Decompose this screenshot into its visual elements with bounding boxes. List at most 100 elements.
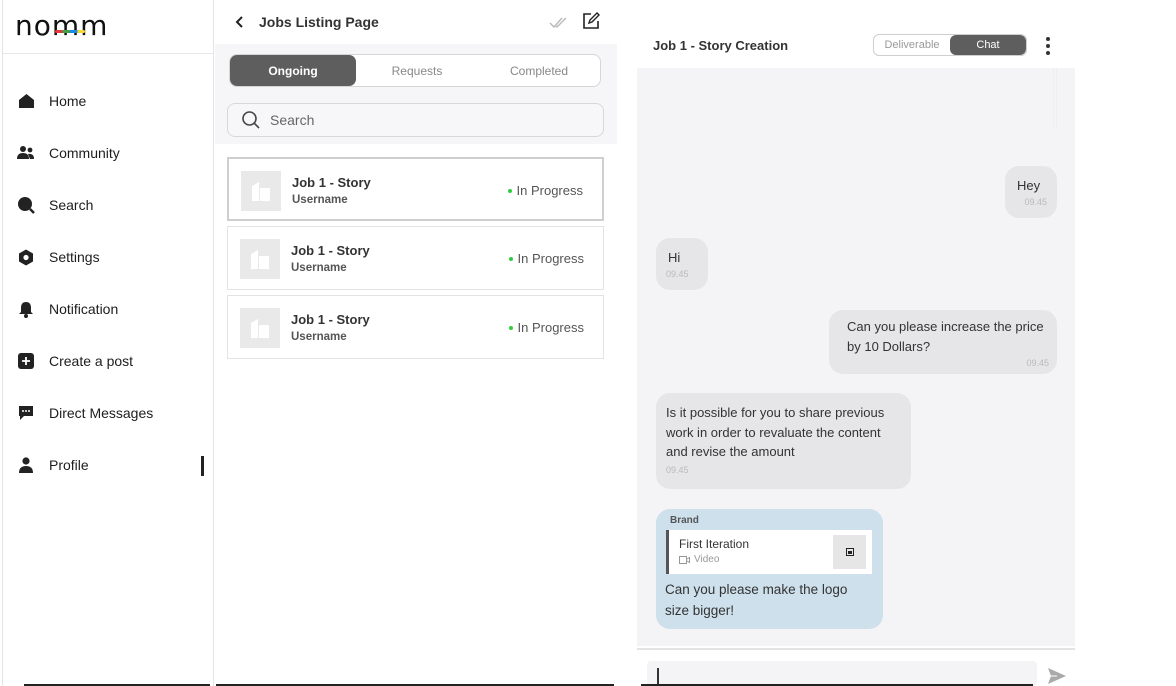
search-icon xyxy=(17,196,35,214)
sidebar-item-create-post[interactable]: Create a post xyxy=(17,349,207,373)
community-icon xyxy=(17,144,35,162)
message-time: 09.45 xyxy=(666,269,689,279)
job-thumbnail xyxy=(240,239,280,279)
sender-label: Brand xyxy=(670,515,699,526)
sidebar-item-label: Search xyxy=(49,197,94,213)
message-time: 09.45 xyxy=(666,464,689,475)
attachment-type-label: Video xyxy=(694,554,720,565)
sidebar-item-community[interactable]: Community xyxy=(17,141,207,165)
job-title: Job 1 - Story xyxy=(291,312,370,327)
attachment-title: First Iteration xyxy=(679,537,750,551)
bell-icon xyxy=(17,300,35,318)
status-text: In Progress xyxy=(517,251,584,266)
job-thumbnail xyxy=(240,308,280,348)
attachment-type: Video xyxy=(679,554,719,565)
toggle-chat[interactable]: Chat xyxy=(950,35,1026,55)
logo-color-strip xyxy=(55,30,85,33)
search-input[interactable] xyxy=(270,112,570,128)
image-icon xyxy=(845,548,854,556)
job-username: Username xyxy=(292,194,348,206)
message-text: Can you please make the logo size bigger… xyxy=(665,582,848,618)
job-thumbnail xyxy=(241,171,281,211)
sidebar-item-label: Settings xyxy=(49,249,100,265)
jobs-header: Jobs Listing Page xyxy=(215,0,617,44)
job-card[interactable]: Job 1 - Story Username In Progress xyxy=(227,157,604,221)
tab-requests[interactable]: Requests xyxy=(356,55,478,86)
plus-icon xyxy=(17,352,35,370)
message-text: Can you please increase the price by 10 … xyxy=(847,319,1044,354)
back-arrow-icon[interactable] xyxy=(231,13,249,31)
sidebar-item-search[interactable]: Search xyxy=(17,193,207,217)
status-dot xyxy=(508,325,513,330)
sidebar-item-label: Create a post xyxy=(49,353,134,369)
search-icon xyxy=(242,111,260,129)
status-badge: In Progress xyxy=(507,183,583,198)
sidebar-item-label: Community xyxy=(49,145,120,161)
status-text: In Progress xyxy=(516,183,583,198)
text-cursor xyxy=(657,668,659,684)
job-username: Username xyxy=(291,262,347,274)
send-icon[interactable] xyxy=(1047,667,1067,685)
scrollbar[interactable] xyxy=(1053,68,1057,128)
sidebar-item-label: Profile xyxy=(49,457,89,473)
brand-message: Brand First Iteration Video Can you plea… xyxy=(656,509,883,629)
app-logo[interactable]: nomm xyxy=(15,9,108,42)
composer-divider xyxy=(637,648,1075,650)
sidebar-item-settings[interactable]: Settings xyxy=(17,245,207,269)
page-title: Jobs Listing Page xyxy=(259,14,379,30)
status-dot xyxy=(508,256,513,261)
sidebar-item-profile[interactable]: Profile xyxy=(17,453,207,477)
job-card[interactable]: Job 1 - Story Username In Progress xyxy=(227,295,604,359)
settings-icon xyxy=(17,248,35,266)
message-input[interactable] xyxy=(647,661,1037,686)
status-text: In Progress xyxy=(517,320,584,335)
sidebar: nomm Home Community Search Settings Noti… xyxy=(2,0,214,686)
compose-icon[interactable] xyxy=(582,12,600,30)
jobs-filter-area: Ongoing Requests Completed xyxy=(215,44,617,144)
message-time: 09.45 xyxy=(1026,358,1049,368)
status-badge: In Progress xyxy=(508,251,584,266)
job-username: Username xyxy=(291,331,347,343)
chat-panel: Job 1 - Story Creation Deliverable Chat … xyxy=(637,0,1176,686)
double-check-icon[interactable] xyxy=(549,14,569,30)
sidebar-item-label: Direct Messages xyxy=(49,405,154,421)
job-title: Job 1 - Story xyxy=(292,175,371,190)
building-icon xyxy=(251,250,269,269)
chat-messages[interactable]: Hey 09.45 Hi 09.45 Can you please increa… xyxy=(637,68,1075,646)
status-badge: In Progress xyxy=(508,320,584,335)
message-text: Hi xyxy=(668,250,681,265)
sidebar-item-notification[interactable]: Notification xyxy=(17,297,207,321)
building-icon xyxy=(251,319,269,338)
attachment-thumbnail xyxy=(833,535,866,569)
active-indicator xyxy=(201,456,204,476)
search-box xyxy=(227,103,604,137)
tab-ongoing[interactable]: Ongoing xyxy=(230,55,356,86)
toggle-deliverable[interactable]: Deliverable xyxy=(874,35,950,55)
jobs-tabs: Ongoing Requests Completed xyxy=(229,54,601,87)
message-outgoing: Hey 09.45 xyxy=(1005,166,1057,218)
tab-completed[interactable]: Completed xyxy=(478,55,600,86)
person-icon xyxy=(17,456,35,474)
home-icon xyxy=(17,92,35,110)
sidebar-item-home[interactable]: Home xyxy=(17,89,207,113)
jobs-panel: Jobs Listing Page Ongoing Requests Compl… xyxy=(215,0,617,686)
message-text: Hey xyxy=(1017,178,1041,193)
building-icon xyxy=(252,182,270,201)
sidebar-item-label: Notification xyxy=(49,301,119,317)
more-options-icon[interactable] xyxy=(1043,36,1053,56)
message-text: Is it possible for you to share previous… xyxy=(666,405,885,459)
view-toggle: Deliverable Chat xyxy=(873,34,1027,56)
message-incoming: Is it possible for you to share previous… xyxy=(656,393,911,489)
attachment-card[interactable]: First Iteration Video xyxy=(666,530,872,574)
sidebar-item-direct-messages[interactable]: Direct Messages xyxy=(17,401,207,425)
logo-area: nomm xyxy=(3,0,213,54)
status-dot xyxy=(507,188,512,193)
message-outgoing: Can you please increase the price by 10 … xyxy=(829,310,1057,374)
message-incoming: Hi 09.45 xyxy=(656,238,708,290)
job-title: Job 1 - Story xyxy=(291,243,370,258)
message-icon xyxy=(17,404,35,422)
message-time: 09.45 xyxy=(1024,197,1047,207)
job-card[interactable]: Job 1 - Story Username In Progress xyxy=(227,226,604,290)
sidebar-item-label: Home xyxy=(49,93,87,109)
video-icon xyxy=(679,555,690,564)
